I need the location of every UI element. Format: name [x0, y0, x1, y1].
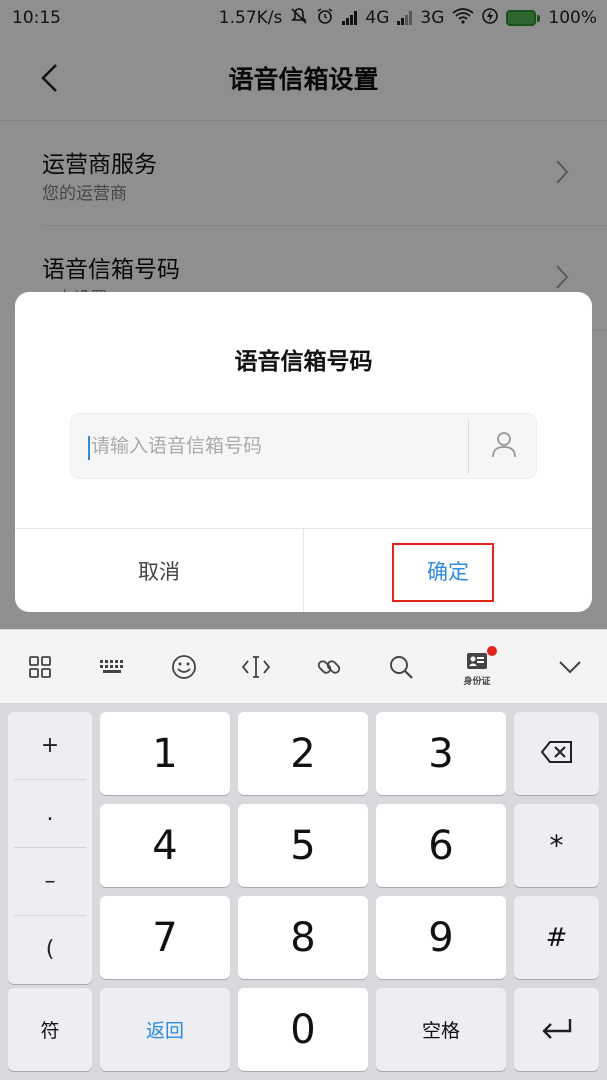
highlight-box	[392, 543, 494, 602]
key-0[interactable]: 0	[238, 988, 368, 1071]
dialog-title: 语音信箱号码	[234, 349, 373, 375]
key-3[interactable]: 3	[376, 712, 506, 795]
id-card-button[interactable]: 身份证	[457, 646, 497, 687]
key-dot[interactable]: .	[8, 780, 92, 846]
key-5[interactable]: 5	[238, 804, 368, 887]
search-icon[interactable]	[381, 648, 421, 686]
id-card-label: 身份证	[463, 677, 491, 687]
backspace-icon	[540, 740, 573, 767]
voicemail-number-dialog: 语音信箱号码 取消 确定	[15, 292, 592, 612]
link-icon[interactable]	[309, 648, 349, 686]
emoji-icon[interactable]	[164, 648, 204, 686]
grid-icon[interactable]	[20, 648, 60, 686]
enter-icon	[541, 1017, 573, 1043]
voicemail-number-field	[70, 413, 537, 479]
space-key[interactable]: 空格	[376, 988, 506, 1071]
keyboard-toolbar: 身份证	[0, 629, 607, 703]
symbol-column: + . – (	[8, 712, 92, 984]
id-card-icon	[466, 652, 488, 674]
key-paren[interactable]: (	[8, 916, 92, 982]
key-6[interactable]: 6	[376, 804, 506, 887]
key-dash[interactable]: –	[8, 848, 92, 914]
key-1[interactable]: 1	[100, 712, 230, 795]
return-key[interactable]: 返回	[100, 988, 230, 1071]
key-7[interactable]: 7	[100, 896, 230, 979]
keyboard-icon[interactable]	[92, 648, 132, 686]
person-icon	[491, 430, 517, 462]
key-8[interactable]: 8	[238, 896, 368, 979]
enter-key[interactable]	[514, 988, 599, 1071]
cursor-move-icon[interactable]	[236, 648, 276, 686]
numeric-keypad: + . – ( 1 2 3 4 5 6 * 7 8 9 # 符 返回 0 空格	[0, 703, 607, 1080]
text-cursor	[88, 436, 90, 460]
backspace-key[interactable]	[514, 712, 599, 795]
symbol-key[interactable]: 符	[8, 988, 92, 1071]
notification-dot	[487, 646, 497, 656]
key-plus[interactable]: +	[8, 712, 92, 778]
key-9[interactable]: 9	[376, 896, 506, 979]
chevron-down-icon[interactable]	[550, 648, 590, 686]
key-2[interactable]: 2	[238, 712, 368, 795]
key-hash[interactable]: #	[514, 896, 599, 979]
key-star[interactable]: *	[514, 804, 599, 887]
key-4[interactable]: 4	[100, 804, 230, 887]
contact-picker-button[interactable]	[471, 414, 537, 478]
cancel-button[interactable]: 取消	[15, 529, 303, 612]
divider	[468, 420, 469, 474]
voicemail-number-input[interactable]	[71, 414, 467, 478]
